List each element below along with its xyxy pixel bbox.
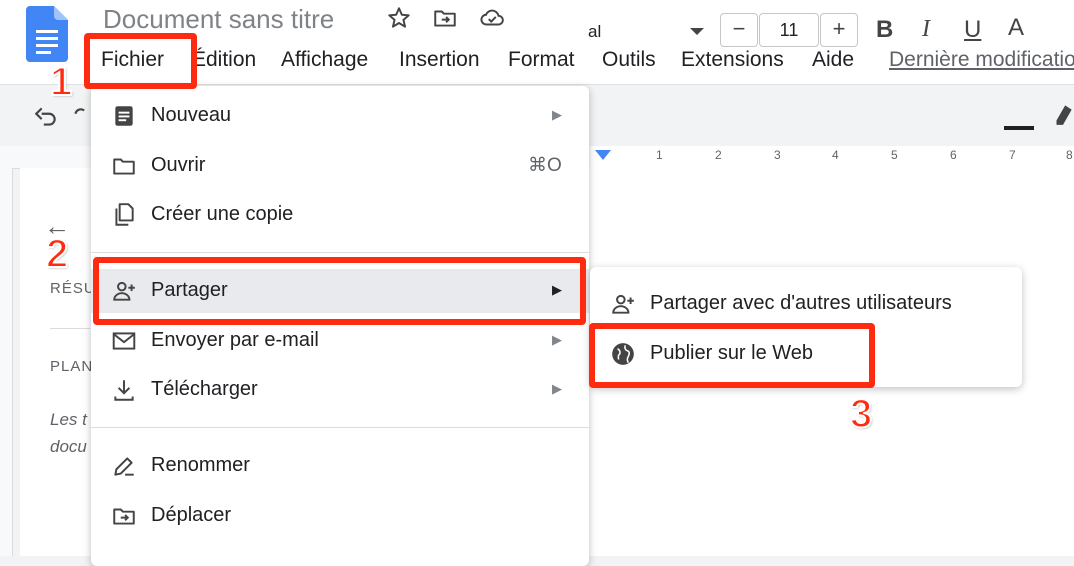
indent-marker[interactable]	[595, 150, 611, 160]
file-menu-item-envoyer-email[interactable]: Envoyer par e-mail ▶	[91, 319, 589, 363]
download-icon	[114, 380, 134, 401]
highlight-fichier	[84, 33, 197, 89]
menu-format[interactable]: Format	[508, 48, 575, 72]
keyboard-shortcut: ⌘O	[528, 155, 562, 176]
outline-plan-heading: PLAN	[50, 358, 94, 375]
ruler-tick-label: 3	[774, 148, 781, 162]
submenu-label: Partager avec d'autres utilisateurs	[650, 292, 952, 314]
move-folder-icon[interactable]	[432, 5, 458, 31]
menu-extensions[interactable]: Extensions	[681, 48, 784, 72]
submenu-item-partager-utilisateurs[interactable]: Partager avec d'autres utilisateurs	[590, 280, 1022, 326]
move-folder-icon	[113, 508, 135, 525]
menu-affichage[interactable]: Affichage	[281, 48, 368, 72]
document-title[interactable]: Document sans titre	[103, 4, 334, 35]
vertical-ruler	[0, 168, 13, 556]
text-color-button[interactable]: A	[1008, 14, 1024, 42]
menu-outils[interactable]: Outils	[602, 48, 656, 72]
outline-note: Les t	[50, 410, 87, 429]
step-number-3: 3	[849, 391, 873, 437]
italic-button[interactable]: I	[922, 16, 930, 43]
cloud-saved-icon[interactable]	[479, 5, 505, 31]
submenu-arrow-icon: ▶	[552, 107, 562, 122]
submenu-arrow-icon: ▶	[552, 332, 562, 347]
file-menu-item-deplacer[interactable]: Déplacer	[91, 494, 589, 538]
folder-icon	[113, 158, 135, 175]
outline-summary-heading: RÉSU	[50, 280, 96, 297]
font-size-input[interactable]: 11	[759, 13, 819, 47]
ruler-tick-label: 4	[832, 148, 839, 162]
underline-button[interactable]: U	[964, 16, 981, 44]
ruler-tick-label: 5	[891, 148, 898, 162]
ruler-tick-label: 8	[1066, 148, 1073, 162]
increase-font-size-button[interactable]: +	[820, 13, 858, 47]
menu-edition[interactable]: Édition	[192, 48, 256, 72]
menu-divider	[91, 427, 589, 428]
file-menu-item-nouveau[interactable]: Nouveau ▶	[91, 94, 589, 138]
highlight-partager	[93, 257, 586, 325]
highlight-publier	[589, 323, 875, 388]
ruler-tick-label: 2	[715, 148, 722, 162]
mail-icon	[112, 332, 136, 350]
highlighter-icon[interactable]	[1050, 100, 1074, 128]
ruler-tick-label: 1	[656, 148, 663, 162]
ruler-tick-label: 7	[1009, 148, 1016, 162]
file-menu-item-telecharger[interactable]: Télécharger ▶	[91, 368, 589, 412]
menu-insertion[interactable]: Insertion	[399, 48, 480, 72]
outline-divider	[50, 328, 90, 329]
chevron-down-icon[interactable]	[690, 28, 704, 36]
file-menu-label: Déplacer	[151, 504, 232, 526]
file-menu-label: Envoyer par e-mail	[151, 329, 319, 351]
star-icon[interactable]	[386, 5, 412, 31]
redo-icon[interactable]	[74, 104, 90, 130]
copy-icon	[115, 203, 134, 226]
file-menu: Nouveau ▶ Ouvrir ⌘O Créer une copie Part…	[91, 86, 589, 566]
menu-aide[interactable]: Aide	[812, 48, 854, 72]
step-number-2: 2	[45, 231, 69, 277]
outline-note: docu	[50, 437, 87, 456]
file-menu-item-renommer[interactable]: Renommer	[91, 444, 589, 488]
undo-icon[interactable]	[32, 104, 60, 130]
file-menu-label: Télécharger	[151, 378, 258, 400]
submenu-arrow-icon: ▶	[552, 381, 562, 396]
file-menu-item-ouvrir[interactable]: Ouvrir ⌘O	[91, 144, 589, 188]
file-menu-item-creer-copie[interactable]: Créer une copie	[91, 193, 589, 237]
file-menu-label: Nouveau	[151, 104, 232, 126]
step-number-1: 1	[49, 59, 73, 105]
menu-divider	[91, 252, 589, 253]
file-menu-label: Créer une copie	[151, 203, 294, 225]
rename-icon	[114, 457, 134, 476]
bold-button[interactable]: B	[876, 16, 893, 44]
doc-icon	[115, 106, 133, 126]
font-size-stepper: − 11 +	[720, 13, 858, 47]
font-name-select[interactable]: al	[588, 22, 601, 42]
last-modified-link[interactable]: Dernière modification	[889, 48, 1074, 72]
ruler-tick-label: 6	[950, 148, 957, 162]
decrease-font-size-button[interactable]: −	[720, 13, 758, 47]
text-color-swatch	[1004, 126, 1034, 130]
file-menu-label: Renommer	[151, 454, 250, 476]
file-menu-label: Ouvrir	[151, 154, 206, 176]
person-add-icon	[612, 294, 634, 314]
